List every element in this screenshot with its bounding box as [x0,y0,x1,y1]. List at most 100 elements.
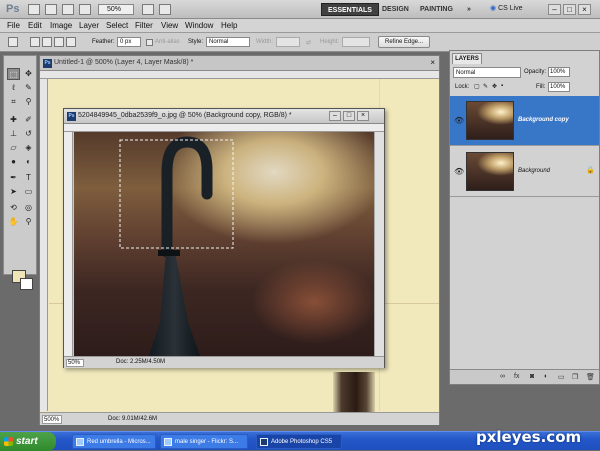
taskbar-item-word[interactable]: Red umbrella - Micros... [72,434,156,449]
photo-document-titlebar[interactable]: Ps 5204849945_0dba2539f9_o.jpg @ 50% (Ba… [64,109,384,124]
zoom-tool-icon[interactable]: ⚲ [22,216,35,228]
photo-minimize-icon[interactable]: – [329,111,341,121]
layers-tab[interactable]: LAYERS [452,53,482,64]
mini-bridge-icon[interactable] [45,4,57,15]
fill-input[interactable]: 100% [548,82,570,92]
menu-select[interactable]: Select [106,21,128,30]
umbrella-photo[interactable] [74,132,374,356]
type-tool-icon[interactable]: T [22,172,35,184]
untitled-zoom-field[interactable]: 500% [42,415,62,424]
shape-tool-icon[interactable]: ▭ [22,186,35,198]
workspace-essentials[interactable]: ESSENTIALS [321,3,379,16]
visibility-eye-icon[interactable]: 👁 [454,116,464,125]
arrange-documents-icon[interactable] [142,4,154,15]
blend-mode-select[interactable]: Normal [453,67,521,78]
lock-position-icon[interactable]: ✥ [492,83,497,90]
3d-orbit-tool-icon[interactable]: ◎ [22,202,35,214]
brush-tool-icon[interactable]: ✐ [22,114,35,126]
photo-zoom-field[interactable]: 50% [66,359,84,367]
add-selection-icon[interactable] [42,37,52,47]
feather-input[interactable]: 0 px [117,37,141,47]
cs-live-button[interactable]: ◉ CS Live [490,4,523,12]
document-close-icon[interactable]: × [430,58,435,67]
photo-horizontal-ruler [64,124,384,132]
background-color-swatch[interactable] [20,278,33,290]
layer-style-icon[interactable]: fx [514,373,519,380]
workspace-painting[interactable]: PAINTING [414,3,459,16]
menu-window[interactable]: Window [185,21,213,30]
bridge-icon[interactable] [28,4,40,15]
lasso-tool-icon[interactable]: ℓ [7,82,20,94]
taskbar-item-photoshop[interactable]: Adobe Photoshop CS5 [256,434,342,449]
hand-tool-icon[interactable] [79,4,91,15]
intersect-selection-icon[interactable] [66,37,76,47]
start-button[interactable]: start [0,432,56,451]
eyedropper-tool-icon[interactable]: ⚲ [22,96,35,108]
workspace-design[interactable]: DESIGN [376,3,415,16]
menu-edit[interactable]: Edit [28,21,42,30]
lock-image-icon[interactable]: ✎ [483,83,488,90]
untitled-status-bar: 500% Doc: 9.01M/42.6M [40,412,439,425]
adjustment-layer-icon[interactable]: ◐ [544,373,548,380]
layer-row-background[interactable]: 👁 Background 🔒 [450,147,599,197]
opacity-input[interactable]: 100% [548,67,570,77]
menu-file[interactable]: File [7,21,20,30]
paint-bucket-tool-icon[interactable]: ◈ [22,142,35,154]
history-brush-tool-icon[interactable]: ↺ [22,128,35,140]
close-icon[interactable]: × [578,4,591,15]
crop-tool-icon[interactable]: ⌗ [7,96,20,108]
menu-image[interactable]: Image [50,21,72,30]
style-select[interactable]: Normal [206,37,250,47]
clone-stamp-tool-icon[interactable]: ⊥ [7,128,20,140]
eraser-tool-icon[interactable]: ▱ [7,142,20,154]
menu-help[interactable]: Help [221,21,237,30]
anti-alias-label: Anti-alias [155,39,180,45]
add-mask-icon[interactable]: ◙ [530,373,534,380]
rectangular-marquee-tool-icon[interactable]: ⬚ [7,68,20,80]
menu-layer[interactable]: Layer [79,21,99,30]
hand-icon[interactable]: ✋ [7,216,20,228]
untitled-doc-size[interactable]: Doc: 9.01M/42.6M [108,416,157,422]
zoom-level-select[interactable]: 50% [98,4,134,15]
height-input[interactable] [342,37,370,47]
visibility-eye-icon[interactable]: 👁 [454,167,464,176]
healing-brush-tool-icon[interactable]: ✚ [7,114,20,126]
pen-tool-icon[interactable]: ✒ [7,172,20,184]
photo-doc-size[interactable]: Doc: 2.25M/4.50M [116,359,165,365]
new-group-icon[interactable]: ▭ [558,373,565,381]
photo-restore-icon[interactable]: □ [343,111,355,121]
maximize-icon[interactable]: □ [563,4,576,15]
lock-all-icon[interactable]: ▪ [501,83,503,89]
link-layers-icon[interactable]: ∞ [500,373,505,380]
path-selection-tool-icon[interactable]: ➤ [7,186,20,198]
refine-edge-button[interactable]: Refine Edge... [378,36,430,48]
quick-selection-tool-icon[interactable]: ✎ [22,82,35,94]
untitled-document-title: Untitled-1 @ 500% (Layer 4, Layer Mask/8… [54,59,194,66]
delete-layer-icon[interactable]: 🗑 [586,373,595,381]
lock-transparent-icon[interactable]: ▢ [474,83,480,90]
move-tool-icon[interactable]: ✥ [22,68,35,80]
pxleyes-watermark: pxleyes.com [476,428,582,446]
anti-alias-checkbox[interactable] [146,39,153,46]
screen-mode-icon[interactable] [159,4,171,15]
swap-icon[interactable]: ⇄ [306,39,311,46]
subtract-selection-icon[interactable] [54,37,64,47]
layer-row-background-copy[interactable]: 👁 Background copy [450,96,599,146]
taskbar-item-flickr[interactable]: male singer - Flickr: S... [160,434,248,449]
menu-view[interactable]: View [161,21,178,30]
more-workspaces-button[interactable]: » [461,3,477,16]
photo-vertical-scrollbar[interactable] [374,132,384,356]
width-input[interactable] [276,37,300,47]
new-selection-icon[interactable] [30,37,40,47]
blur-tool-icon[interactable]: ● [7,156,20,168]
new-layer-icon[interactable]: ❐ [572,373,578,381]
marquee-preset-icon[interactable] [8,37,18,47]
3d-rotate-tool-icon[interactable]: ⟲ [7,202,20,214]
untitled-document-titlebar[interactable]: Ps Untitled-1 @ 500% (Layer 4, Layer Mas… [40,56,439,71]
minimize-icon[interactable]: – [548,4,561,15]
vertical-ruler [40,79,48,411]
view-extras-icon[interactable] [62,4,74,15]
photo-close-icon[interactable]: × [357,111,369,121]
menu-filter[interactable]: Filter [135,21,153,30]
dodge-tool-icon[interactable]: ◐ [22,156,35,168]
